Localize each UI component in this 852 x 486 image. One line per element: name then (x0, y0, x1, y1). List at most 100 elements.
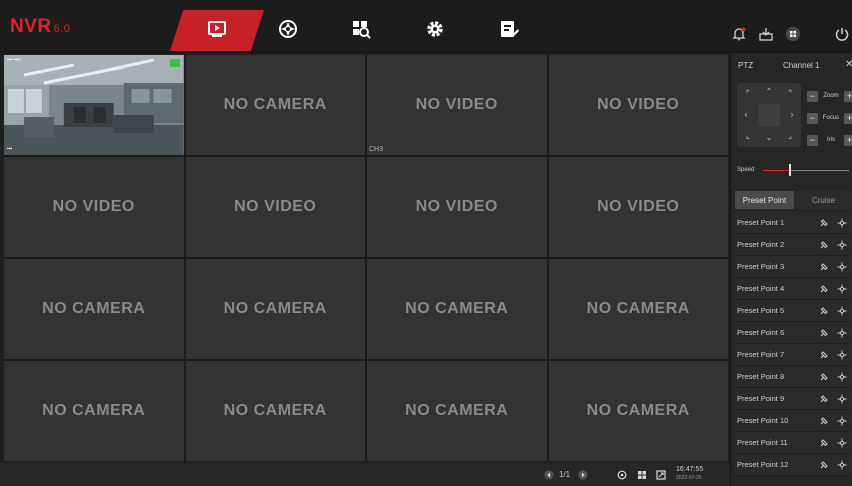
video-cell-2[interactable]: NO CAMERA (185, 55, 365, 155)
power-icon[interactable] (834, 26, 850, 42)
call-preset-icon[interactable] (837, 460, 847, 470)
preset-row[interactable]: Preset Point 4 (735, 278, 852, 300)
channel-select[interactable]: Channel 1 (783, 61, 819, 70)
preset-row[interactable]: Preset Point 10 (735, 410, 852, 432)
prev-page-icon[interactable] (544, 468, 554, 481)
video-cell-10[interactable]: NO CAMERA (185, 259, 365, 359)
set-preset-icon[interactable] (819, 350, 829, 360)
pan-down-right-icon[interactable]: ⌟ (782, 128, 798, 144)
set-preset-icon[interactable] (819, 372, 829, 382)
pan-up-icon[interactable]: ⌃ (761, 84, 777, 100)
preset-row[interactable]: Preset Point 8 (735, 366, 852, 388)
speed-slider-handle[interactable] (788, 164, 791, 176)
preset-row[interactable]: Preset Point 2 (735, 234, 852, 256)
call-preset-icon[interactable] (837, 306, 847, 316)
search-icon[interactable] (350, 18, 372, 40)
video-cell-8[interactable]: NO VIDEO (548, 157, 728, 257)
set-preset-icon[interactable] (819, 416, 829, 426)
call-preset-icon[interactable] (837, 218, 847, 228)
call-preset-icon[interactable] (837, 240, 847, 250)
alarm-bell-icon[interactable] (731, 26, 747, 42)
cell-status: NO CAMERA (405, 300, 509, 317)
call-preset-icon[interactable] (837, 328, 847, 338)
zoom-in-button[interactable]: + (844, 90, 852, 102)
call-preset-icon[interactable] (837, 350, 847, 360)
focus-far-button[interactable]: + (844, 112, 852, 124)
video-cell-9[interactable]: NO CAMERA (4, 259, 184, 359)
pan-down-left-icon[interactable]: ⌞ (740, 128, 756, 144)
set-preset-icon[interactable] (819, 460, 829, 470)
video-cell-6[interactable]: NO VIDEO (185, 157, 365, 257)
call-preset-icon[interactable] (837, 284, 847, 294)
pan-down-icon[interactable]: ⌄ (761, 130, 777, 146)
ptz-direction-pad: ⌜ ⌃ ⌝ ‹ › ⌞ ⌄ ⌟ (737, 83, 801, 147)
cell-status: NO VIDEO (597, 96, 680, 113)
cell-status: NO VIDEO (234, 198, 317, 215)
preset-label: Preset Point 12 (737, 460, 789, 469)
view-layout-icon[interactable] (785, 26, 801, 42)
preset-row[interactable]: Preset Point 1 (735, 212, 852, 234)
focus-near-button[interactable]: − (807, 112, 818, 124)
preset-row[interactable]: Preset Point 3 (735, 256, 852, 278)
auto-scan-button[interactable] (758, 104, 780, 126)
preset-label: Preset Point 1 (737, 218, 785, 227)
fullscreen-icon[interactable] (656, 468, 666, 481)
preset-label: Preset Point 9 (737, 394, 785, 403)
preset-row[interactable]: Preset Point 9 (735, 388, 852, 410)
clock: 16:47:55 2022-07-25 (676, 466, 703, 482)
pan-left-icon[interactable]: ‹ (738, 107, 754, 123)
live-view-icon[interactable] (206, 18, 228, 40)
set-preset-icon[interactable] (819, 394, 829, 404)
preset-row[interactable]: Preset Point 11 (735, 432, 852, 454)
close-icon[interactable]: ✕ (845, 59, 852, 70)
set-preset-icon[interactable] (819, 284, 829, 294)
ptz-tabs: Preset Point Cruise (735, 191, 852, 209)
call-preset-icon[interactable] (837, 262, 847, 272)
video-cell-15[interactable]: NO CAMERA (367, 361, 547, 461)
speed-slider-fill (763, 170, 789, 171)
call-preset-icon[interactable] (837, 416, 847, 426)
call-preset-icon[interactable] (837, 438, 847, 448)
preset-row[interactable]: Preset Point 6 (735, 322, 852, 344)
tab-preset-point[interactable]: Preset Point (735, 191, 794, 209)
call-preset-icon[interactable] (837, 372, 847, 382)
settings-gear-icon[interactable] (424, 18, 446, 40)
bottom-bar: 1/1 16:47:55 2022-07-25 (0, 463, 730, 486)
page-indicator: 1/1 (559, 470, 571, 479)
preset-row[interactable]: Preset Point 12 (735, 454, 852, 476)
sequence-icon[interactable] (617, 468, 627, 481)
video-cell-12[interactable]: NO CAMERA (548, 259, 728, 359)
screen-layout-icon[interactable] (637, 468, 647, 481)
backup-icon[interactable] (758, 26, 774, 42)
set-preset-icon[interactable] (819, 218, 829, 228)
video-cell-1[interactable]: ▪▪▪ ▪▪▪▪ ▪▪▪ (4, 55, 184, 155)
maintenance-icon[interactable] (498, 18, 520, 40)
set-preset-icon[interactable] (819, 438, 829, 448)
video-cell-3[interactable]: NO VIDEO CH3 (367, 55, 547, 155)
video-cell-16[interactable]: NO CAMERA (548, 361, 728, 461)
iris-label: Iris (827, 137, 835, 143)
set-preset-icon[interactable] (819, 262, 829, 272)
tab-cruise[interactable]: Cruise (794, 191, 852, 209)
pan-right-icon[interactable]: › (784, 107, 800, 123)
set-preset-icon[interactable] (819, 240, 829, 250)
video-cell-5[interactable]: NO VIDEO (4, 157, 184, 257)
next-page-icon[interactable] (578, 468, 588, 481)
pan-up-right-icon[interactable]: ⌝ (782, 86, 798, 102)
preset-row[interactable]: Preset Point 7 (735, 344, 852, 366)
video-cell-13[interactable]: NO CAMERA (4, 361, 184, 461)
preset-row[interactable]: Preset Point 5 (735, 300, 852, 322)
video-cell-11[interactable]: NO CAMERA (367, 259, 547, 359)
pan-up-left-icon[interactable]: ⌜ (740, 86, 756, 102)
playback-icon[interactable] (277, 18, 299, 40)
set-preset-icon[interactable] (819, 328, 829, 338)
zoom-out-button[interactable]: − (807, 90, 818, 102)
call-preset-icon[interactable] (837, 394, 847, 404)
video-cell-14[interactable]: NO CAMERA (185, 361, 365, 461)
video-cell-4[interactable]: NO VIDEO (548, 55, 728, 155)
set-preset-icon[interactable] (819, 306, 829, 316)
iris-close-button[interactable]: − (807, 134, 818, 146)
camera-name-label: ▪▪▪ (7, 146, 13, 152)
video-cell-7[interactable]: NO VIDEO (367, 157, 547, 257)
iris-open-button[interactable]: + (844, 134, 852, 146)
